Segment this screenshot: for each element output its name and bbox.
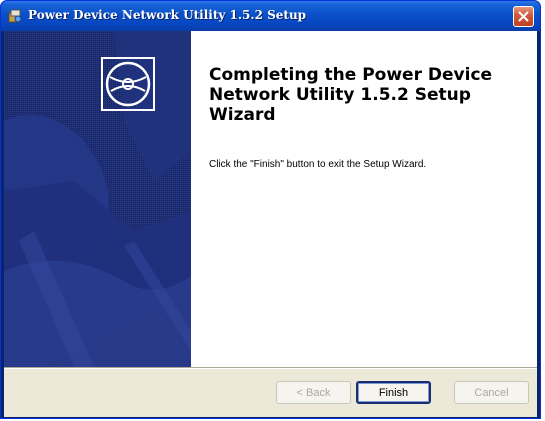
close-x-icon xyxy=(518,11,529,22)
finish-button[interactable]: Finish xyxy=(356,381,431,404)
installer-icon xyxy=(7,8,23,24)
close-button[interactable] xyxy=(513,6,534,27)
wizard-banner xyxy=(4,31,191,367)
wizard-body: Completing the Power Device Network Util… xyxy=(4,31,537,417)
title-bar[interactable]: Power Device Network Utility 1.5.2 Setup xyxy=(1,1,540,31)
cd-disc-icon xyxy=(101,57,155,111)
setup-window: Power Device Network Utility 1.5.2 Setup xyxy=(0,0,541,419)
footer-divider xyxy=(4,367,537,369)
window-title: Power Device Network Utility 1.5.2 Setup xyxy=(28,8,307,22)
wizard-description: Click the "Finish" button to exit the Se… xyxy=(209,159,427,170)
wizard-content: Completing the Power Device Network Util… xyxy=(191,31,537,367)
back-button[interactable]: < Back xyxy=(276,381,351,404)
wizard-heading: Completing the Power Device Network Util… xyxy=(209,65,493,125)
cancel-button[interactable]: Cancel xyxy=(454,381,529,404)
